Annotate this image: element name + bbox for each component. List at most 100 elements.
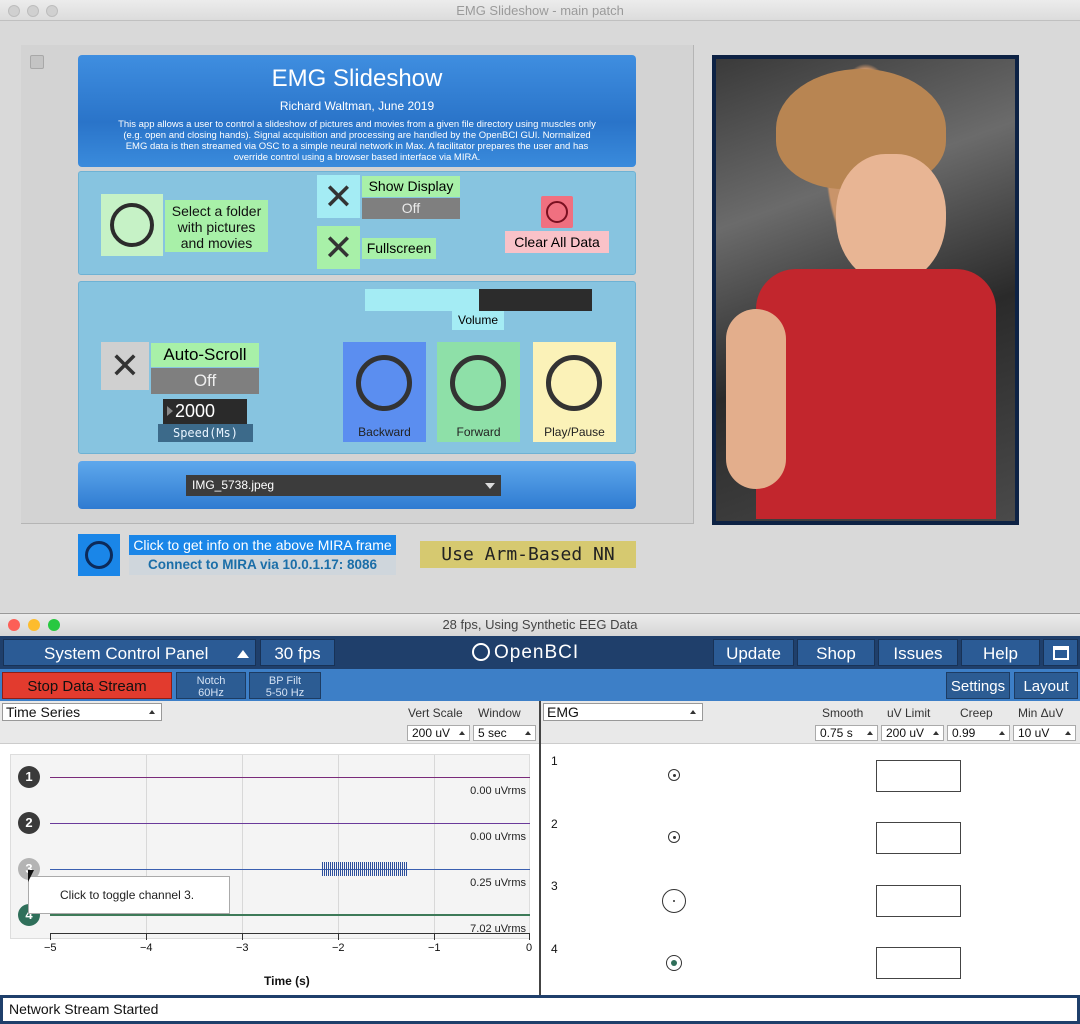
mira-info-label[interactable]: Click to get info on the above MIRA fram… [129,535,396,555]
backward-label: Backward [358,425,411,439]
zoom-window-button[interactable] [46,5,58,17]
chevron-up-icon [237,650,249,658]
smooth-value: 0.75 s [820,726,853,740]
openbci-window: 28 fps, Using Synthetic EEG Data System … [0,613,1080,1024]
emg-channel-2-label: 2 [551,817,558,831]
time-series-header: Time Series Vert Scale Window 200 uV 5 s… [0,701,539,744]
creep-dropdown[interactable]: 0.99 [947,725,1010,741]
channel-number: 2 [25,815,33,830]
image-file-dropdown[interactable]: IMG_5738.jpeg [186,475,501,496]
patch-toggle-checkbox[interactable] [30,55,44,69]
window-maximize-button[interactable] [1043,639,1078,666]
window-titlebar: EMG Slideshow - main patch [0,0,1080,21]
circle-icon [546,201,568,223]
update-button[interactable]: Update [713,639,794,666]
channel-1-toggle[interactable]: 1 [18,766,40,788]
x-icon: ✕ [323,175,354,217]
volume-label: Volume [452,311,504,330]
window-dropdown[interactable]: 5 sec [473,725,536,741]
emg-widget-dropdown[interactable]: EMG [543,703,703,721]
channel-3-rms: 0.25 uVrms [470,877,526,889]
channel-2-trace [50,823,530,824]
clear-all-data-button[interactable] [541,196,573,228]
x-tick-mark [242,934,243,940]
uv-limit-dropdown[interactable]: 200 uV [881,725,944,741]
window-titlebar: 28 fps, Using Synthetic EEG Data [0,614,1080,636]
channel-toggle-tooltip: Click to toggle channel 3. [28,876,230,914]
channel-2-toggle[interactable]: 2 [18,812,40,834]
emg-channel-1-bar [876,760,961,792]
channel-number: 1 [25,769,33,784]
circle-icon [110,203,154,247]
bandpass-filter-button[interactable]: BP Filt 5-50 Hz [249,672,321,699]
chevron-up-icon [867,731,873,735]
time-series-plot: 1 0.00 uVrms 2 0.00 uVrms 3 0.25 uVrms 4… [0,744,539,994]
layout-button[interactable]: Layout [1014,672,1078,699]
channel-4-trace [50,914,530,916]
max-patch-window: EMG Slideshow - main patch EMG Slideshow… [0,0,1080,612]
minimize-window-button[interactable] [28,619,40,631]
auto-scroll-toggle[interactable]: ✕ [101,342,149,390]
vert-scale-dropdown[interactable]: 200 uV [407,725,470,741]
status-bar: Network Stream Started [0,995,1080,1024]
speed-label: Speed(Ms) [158,424,253,442]
stop-data-stream-button[interactable]: Stop Data Stream [2,672,172,699]
emg-channel-1-dot [673,774,676,777]
x-tick-mark [338,934,339,940]
window-title: EMG Slideshow - main patch [456,3,624,18]
fps-button[interactable]: 30 fps [260,639,335,666]
circle-icon [85,541,113,569]
notch-filter-button[interactable]: Notch 60Hz [176,672,246,699]
auto-scroll-value: Off [151,368,259,394]
channel-3-burst [322,862,408,876]
time-series-widget-dropdown[interactable]: Time Series [2,703,162,721]
close-window-button[interactable] [8,619,20,631]
channel-2-rms: 0.00 uVrms [470,831,526,843]
speed-number-box[interactable]: 2000 [163,399,247,424]
uv-limit-value: 200 uV [886,726,925,740]
x-tick-mark [529,934,530,940]
slideshow-photo [712,55,1019,525]
backward-button[interactable]: Backward [343,342,426,442]
help-button[interactable]: Help [961,639,1040,666]
min-delta-uv-dropdown[interactable]: 10 uV [1013,725,1076,741]
min-delta-uv-value: 10 uV [1018,726,1050,740]
channel-3-trace [50,869,530,870]
x-tick-mark [50,934,51,940]
x-axis-label: Time (s) [264,974,310,988]
openbci-logo-text: OpenBCI [494,642,580,663]
x-tick-label: −1 [428,942,441,954]
circle-icon [546,355,602,411]
window-value: 5 sec [478,726,507,740]
mira-info-button[interactable] [78,534,120,576]
circle-icon [450,355,506,411]
emg-plot: 1 2 3 4 [541,744,1080,994]
system-control-panel-button[interactable]: System Control Panel [3,639,256,666]
select-folder-button[interactable] [101,194,163,256]
emg-header: EMG Smooth uV Limit Creep Min ΔuV 0.75 s… [541,701,1080,744]
notch-filter-value: 60Hz [198,687,224,699]
maximize-icon [1053,646,1069,660]
show-display-toggle[interactable]: ✕ [317,175,360,218]
zoom-window-button[interactable] [48,619,60,631]
close-window-button[interactable] [8,5,20,17]
forward-button[interactable]: Forward [437,342,520,442]
x-icon: ✕ [109,345,141,386]
uv-limit-label: uV Limit [887,706,931,720]
play-pause-button[interactable]: Play/Pause [533,342,616,442]
volume-slider[interactable] [365,289,592,311]
settings-button[interactable]: Settings [946,672,1010,699]
image-file-name: IMG_5738.jpeg [192,478,275,492]
issues-button[interactable]: Issues [878,639,958,666]
smooth-dropdown[interactable]: 0.75 s [815,725,878,741]
top-nav: System Control Panel 30 fps OpenBCI Upda… [0,636,1080,669]
shop-button[interactable]: Shop [797,639,875,666]
minimize-window-button[interactable] [27,5,39,17]
auto-scroll-label: Auto-Scroll [151,343,259,367]
fullscreen-toggle[interactable]: ✕ [317,226,360,269]
notch-filter-label: Notch [196,675,226,687]
show-display-value: Off [362,198,460,219]
x-tick-label: −5 [44,942,57,954]
arm-based-nn-button[interactable]: Use Arm-Based NN [420,541,636,568]
x-tick-label: 0 [526,942,533,954]
